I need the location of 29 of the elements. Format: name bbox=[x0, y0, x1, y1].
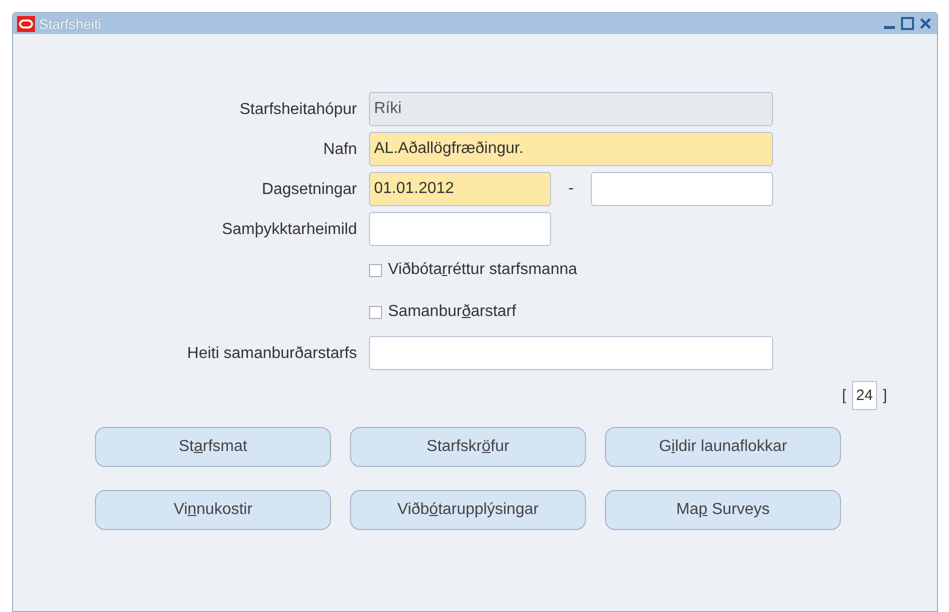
range-separator: - bbox=[567, 180, 575, 198]
input-field[interactable]: 01.01.2012 bbox=[369, 172, 551, 206]
maximize-icon[interactable] bbox=[900, 16, 915, 31]
close-icon[interactable] bbox=[918, 16, 933, 31]
field-label: Dagsetningar bbox=[260, 180, 357, 199]
logo-icon bbox=[17, 16, 35, 32]
checkbox-label: Samanburðarstarf bbox=[388, 303, 516, 321]
action-button[interactable]: Map Surveys bbox=[605, 490, 841, 530]
input-field[interactable]: AL.Aðallögfræðingur. bbox=[369, 132, 773, 166]
action-button[interactable]: Gildir launaflokkar bbox=[605, 427, 841, 467]
checkbox-label: Viðbótarréttur starfsmanna bbox=[388, 261, 578, 279]
field-label: Heiti samanburðarstarfs bbox=[186, 344, 357, 363]
checkbox[interactable] bbox=[369, 306, 382, 318]
record-counter: 24 bbox=[852, 381, 877, 410]
window-title: Starfsheiti bbox=[39, 16, 102, 32]
input-field[interactable] bbox=[369, 336, 773, 370]
input-field[interactable]: Ríki bbox=[369, 92, 773, 126]
action-button[interactable]: Viðbótarupplýsingar bbox=[350, 490, 586, 530]
checkbox[interactable] bbox=[369, 264, 382, 276]
field-label: Samþykktarheimild bbox=[220, 220, 357, 239]
field-label: Starfsheitahópur bbox=[238, 100, 357, 119]
action-button[interactable]: Starfskröfur bbox=[350, 427, 586, 467]
action-button[interactable]: Vinnukostir bbox=[95, 490, 331, 530]
bracket: ] bbox=[882, 387, 887, 404]
input-field[interactable] bbox=[591, 172, 773, 206]
field-label: Nafn bbox=[322, 140, 357, 159]
input-field[interactable] bbox=[369, 212, 551, 246]
action-button[interactable]: Starfsmat bbox=[95, 427, 331, 467]
bracket: [ bbox=[842, 387, 846, 404]
